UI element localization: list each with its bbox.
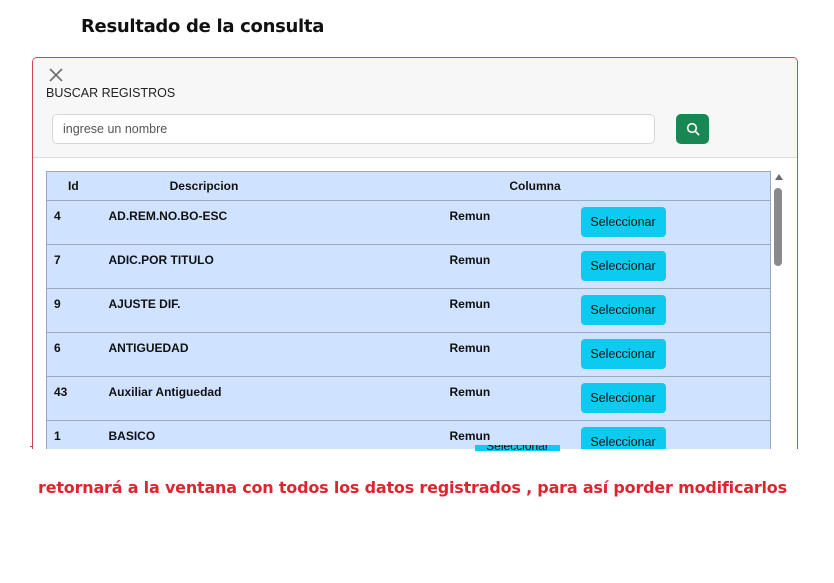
column-header-descripcion: Descripcion (108, 171, 450, 201)
table-row: 43 Auxiliar Antiguedad Remun Seleccionar (46, 376, 771, 421)
cell-columna: Remun (449, 385, 491, 399)
cell-id: 43 (54, 385, 68, 399)
search-input[interactable] (52, 114, 655, 144)
cell-columna: Remun (449, 429, 491, 443)
table-row: 1 BASICO Remun Seleccionar (46, 420, 771, 449)
select-button[interactable]: Seleccionar (580, 251, 666, 281)
search-button[interactable] (676, 114, 709, 144)
column-header-columna: Columna (449, 171, 581, 201)
cell-descripcion: ANTIGUEDAD (108, 341, 189, 355)
modal-header: BUSCAR REGISTROS (33, 58, 797, 158)
close-icon (49, 68, 63, 82)
cell-descripcion: BASICO (108, 429, 156, 443)
cell-id: 9 (54, 297, 61, 311)
cell-descripcion: AD.REM.NO.BO-ESC (108, 209, 228, 223)
select-button[interactable]: Seleccionar (580, 383, 666, 413)
cell-descripcion: ADIC.POR TITULO (108, 253, 214, 267)
cell-columna: Remun (449, 341, 491, 355)
cell-id: 4 (54, 209, 61, 223)
table-row: 9 AJUSTE DIF. Remun Seleccionar (46, 288, 771, 333)
scroll-up-arrow-icon[interactable] (775, 174, 783, 180)
footer-note: retornará a la ventana con todos los dat… (38, 478, 787, 497)
column-header-id: Id (46, 171, 109, 201)
select-button[interactable]: Seleccionar (580, 339, 666, 369)
table-scrollbar[interactable] (773, 171, 785, 449)
results-table-container: Id Descripcion Columna 4 AD.REM.NO.BO-ES… (46, 171, 771, 449)
cell-columna: Remun (449, 253, 491, 267)
cell-id: 6 (54, 341, 61, 355)
table-row: 7 ADIC.POR TITULO Remun Seleccionar (46, 244, 771, 289)
search-icon (686, 122, 699, 136)
cell-columna: Remun (449, 209, 491, 223)
table-header-row: Id Descripcion Columna (46, 171, 771, 201)
select-button[interactable]: Seleccionar (580, 427, 666, 449)
divider-tick (30, 446, 33, 447)
modal-title: BUSCAR REGISTROS (46, 86, 176, 100)
cell-id: 1 (54, 429, 61, 443)
select-button[interactable]: Seleccionar (580, 207, 666, 237)
results-table: Id Descripcion Columna 4 AD.REM.NO.BO-ES… (46, 171, 771, 449)
cell-descripcion: AJUSTE DIF. (108, 297, 181, 311)
cell-descripcion: Auxiliar Antiguedad (108, 385, 222, 399)
select-button[interactable]: Seleccionar (580, 295, 666, 325)
column-header-action (580, 171, 771, 201)
table-row: 6 ANTIGUEDAD Remun Seleccionar (46, 332, 771, 377)
table-row: 4 AD.REM.NO.BO-ESC Remun Seleccionar (46, 200, 771, 245)
ghost-select-button: Seleccionar (475, 445, 560, 451)
page-title: Resultado de la consulta (81, 16, 325, 37)
scroll-thumb[interactable] (774, 188, 782, 266)
close-button[interactable] (45, 64, 67, 86)
cell-columna: Remun (449, 297, 491, 311)
cell-id: 7 (54, 253, 61, 267)
search-modal: BUSCAR REGISTROS Id Descripcion Columna … (32, 57, 798, 449)
